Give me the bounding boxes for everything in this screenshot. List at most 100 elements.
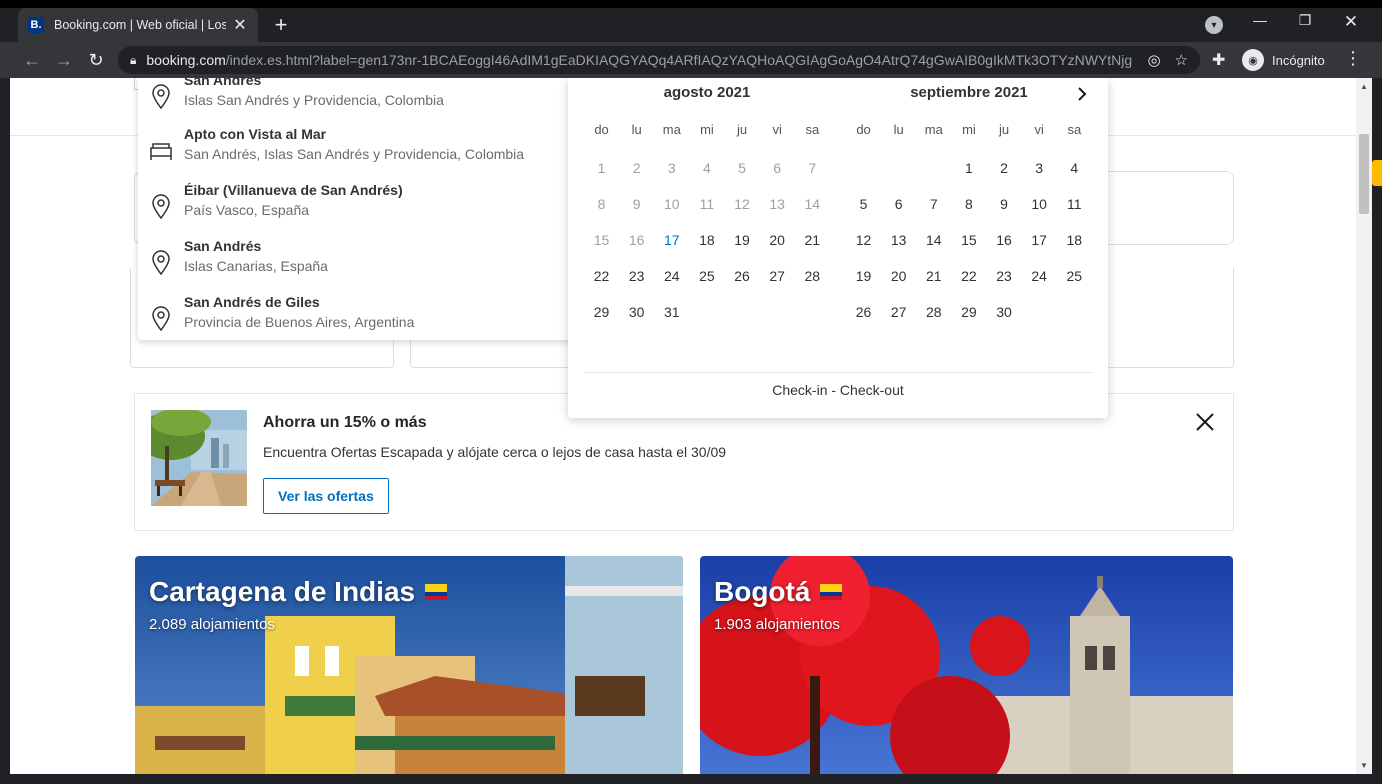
autocomplete-item[interactable]: Éibar (Villanueva de San Andrés) País Va…: [138, 182, 578, 238]
calendar-day[interactable]: 12: [846, 222, 881, 258]
lock-icon[interactable]: 🔒︎: [130, 53, 136, 68]
calendar-day[interactable]: 29: [584, 294, 619, 330]
calendar-day[interactable]: 26: [846, 294, 881, 330]
calendar-day[interactable]: 25: [1057, 258, 1092, 294]
next-month-button[interactable]: [1070, 82, 1094, 106]
forward-button[interactable]: →: [52, 48, 76, 72]
tab-search-icon[interactable]: ▾: [1205, 16, 1223, 34]
calendar-day[interactable]: 25: [689, 258, 724, 294]
autocomplete-item[interactable]: San Andrés Islas Canarias, España: [138, 238, 578, 294]
calendar-day[interactable]: 19: [846, 258, 881, 294]
calendar-day[interactable]: 11: [1057, 186, 1092, 222]
back-button[interactable]: ←: [20, 48, 44, 72]
autocomplete-item[interactable]: San Andrés de Giles Provincia de Buenos …: [138, 294, 578, 340]
weekday-header: do: [594, 122, 609, 137]
page-scrollbar[interactable]: ▲ ▼: [1356, 78, 1372, 774]
autocomplete-item[interactable]: San Andrés Islas San Andrés y Providenci…: [138, 78, 578, 128]
extensions-puzzle-icon[interactable]: ✚: [1212, 50, 1225, 70]
calendar-day[interactable]: 23: [987, 258, 1022, 294]
destination-card-bogota[interactable]: Bogotá 1.903 alojamientos: [700, 556, 1233, 774]
browser-window: B. Booking.com | Web oficial | Los m ✕ +…: [0, 0, 1382, 784]
close-promo-icon[interactable]: [1193, 410, 1217, 434]
calendar-day[interactable]: 30: [987, 294, 1022, 330]
calendar-day[interactable]: 7: [916, 186, 951, 222]
calendar-day[interactable]: 15: [951, 222, 986, 258]
promo-text: Encuentra Ofertas Escapada y alójate cer…: [263, 444, 727, 460]
calendar-day[interactable]: 27: [881, 294, 916, 330]
calendar-day[interactable]: 13: [881, 222, 916, 258]
browser-menu-icon[interactable]: ⋮: [1344, 48, 1362, 69]
calendar-day[interactable]: 22: [584, 258, 619, 294]
chevron-right-icon: [1078, 87, 1087, 101]
calendar-day[interactable]: 21: [916, 258, 951, 294]
destination-card-cartagena[interactable]: Cartagena de Indias 2.089 alojamientos: [135, 556, 683, 774]
destination-autocomplete: San Andrés Islas San Andrés y Providenci…: [138, 78, 578, 340]
feedback-tab[interactable]: [1372, 160, 1382, 186]
calendar-day[interactable]: 18: [689, 222, 724, 258]
scroll-thumb[interactable]: [1359, 134, 1369, 214]
destination-name: Bogotá: [714, 576, 843, 608]
calendar-day[interactable]: 22: [951, 258, 986, 294]
calendar-day[interactable]: 23: [619, 258, 654, 294]
calendar-day[interactable]: 29: [951, 294, 986, 330]
month-grid: do lu ma mi ju vi sa 1 2 3 4 5 6 7 8 9 10 11 12 13 14 15 16 17 1…: [584, 114, 830, 330]
calendar-day[interactable]: 24: [654, 258, 689, 294]
calendar-day: 9: [632, 196, 641, 212]
calendar-day[interactable]: 8: [951, 186, 986, 222]
calendar-day: 16: [628, 232, 645, 248]
calendar-day[interactable]: 5: [846, 186, 881, 222]
weekday-header: vi: [1034, 122, 1044, 137]
calendar-day[interactable]: 3: [1022, 150, 1057, 186]
incognito-indicator[interactable]: ◉ Incógnito: [1242, 48, 1325, 72]
booking-favicon-icon: B.: [28, 17, 44, 33]
calendar-day[interactable]: 30: [619, 294, 654, 330]
calendar-day: 4: [703, 160, 711, 176]
calendar-day[interactable]: 18: [1057, 222, 1092, 258]
restore-button[interactable]: ❐: [1295, 12, 1315, 29]
search-field-right[interactable]: [1108, 268, 1234, 368]
scroll-up-arrow-icon[interactable]: ▲: [1356, 82, 1372, 91]
calendar-day[interactable]: 26: [725, 258, 760, 294]
address-bar[interactable]: 🔒︎ booking.com /index.es.html?label=gen1…: [118, 46, 1200, 74]
incognito-icon: ◉: [1242, 49, 1264, 71]
calendar-day[interactable]: 19: [725, 222, 760, 258]
calendar-day[interactable]: 2: [987, 150, 1022, 186]
calendar-day[interactable]: 14: [916, 222, 951, 258]
browser-tab[interactable]: B. Booking.com | Web oficial | Los m ✕: [18, 8, 258, 42]
calendar-day: 13: [769, 196, 785, 212]
calendar-day[interactable]: 31: [654, 294, 689, 330]
autocomplete-item[interactable]: Apto con Vista al Mar San Andrés, Islas …: [138, 126, 578, 182]
calendar-day[interactable]: 17: [1022, 222, 1057, 258]
autocomplete-subtitle: Islas San Andrés y Providencia, Colombia: [184, 92, 444, 108]
calendar-day[interactable]: 27: [760, 258, 795, 294]
calendar-day: 6: [773, 160, 782, 176]
destination-count: 1.903 alojamientos: [714, 616, 840, 633]
calendar-day[interactable]: 20: [760, 222, 795, 258]
calendar-day[interactable]: 17: [654, 222, 689, 258]
calendar-day[interactable]: 9: [987, 186, 1022, 222]
calendar-day[interactable]: 1: [951, 150, 986, 186]
destination-name: Cartagena de Indias: [149, 576, 448, 608]
bookmark-star-icon[interactable]: ☆: [1175, 51, 1188, 69]
calendar-day[interactable]: 24: [1022, 258, 1057, 294]
reload-button[interactable]: ↻: [84, 48, 108, 72]
calendar-day[interactable]: 6: [881, 186, 916, 222]
scroll-down-arrow-icon[interactable]: ▼: [1356, 761, 1372, 770]
tab-close-icon[interactable]: ✕: [232, 15, 248, 35]
calendar-day[interactable]: 4: [1057, 150, 1092, 186]
pin-icon: [152, 194, 170, 220]
minimize-button[interactable]: —: [1250, 12, 1270, 28]
calendar-day[interactable]: 28: [916, 294, 951, 330]
calendar-day: 12: [734, 196, 750, 212]
calendar-day[interactable]: 21: [795, 222, 830, 258]
tracking-blocked-icon[interactable]: ◎: [1147, 51, 1160, 69]
calendar-day: 1: [597, 160, 606, 176]
calendar-day[interactable]: 28: [795, 258, 830, 294]
close-window-button[interactable]: ✕: [1341, 12, 1361, 32]
calendar-day: 8: [597, 196, 606, 212]
calendar-day[interactable]: 20: [881, 258, 916, 294]
new-tab-button[interactable]: +: [270, 12, 292, 38]
view-offers-button[interactable]: Ver las ofertas: [263, 478, 389, 514]
calendar-day[interactable]: 10: [1022, 186, 1057, 222]
calendar-day[interactable]: 16: [987, 222, 1022, 258]
